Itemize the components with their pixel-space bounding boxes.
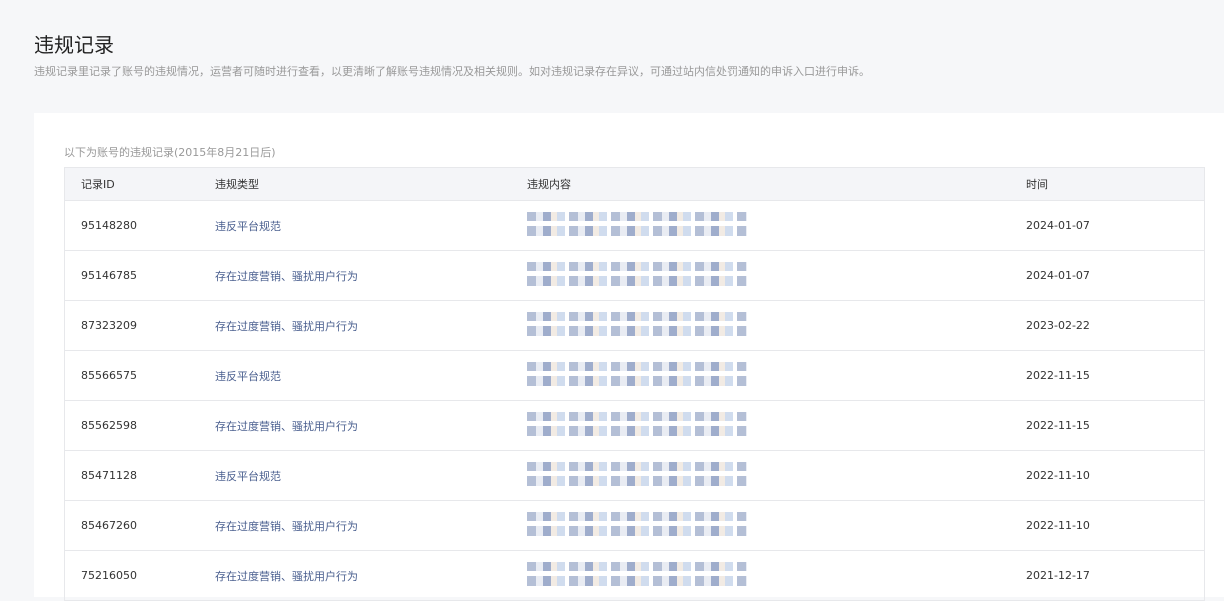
violation-content — [526, 200, 1025, 251]
table-row: 85471128 违反平台规范 2022-11-10 — [64, 450, 1205, 501]
record-id: 75216050 — [64, 550, 214, 601]
blurred-content-image — [527, 561, 747, 590]
table-caption: 以下为账号的违规记录(2015年8月21日后) — [64, 146, 276, 159]
violation-content — [526, 550, 1025, 601]
record-id: 95148280 — [64, 200, 214, 251]
record-id: 85562598 — [64, 400, 214, 451]
violation-content — [526, 350, 1025, 401]
record-id: 95146785 — [64, 250, 214, 301]
violation-table: 记录ID 违规类型 违规内容 时间 95148280 违反平台规范 2024-0… — [64, 167, 1205, 601]
blurred-content-image — [527, 511, 747, 540]
violation-type: 违反平台规范 — [214, 450, 526, 501]
violation-date: 2022-11-15 — [1025, 350, 1205, 401]
record-id: 87323209 — [64, 300, 214, 351]
page-description: 违规记录里记录了账号的违规情况，运营者可随时进行查看，以更清晰了解账号违规情况及… — [34, 65, 870, 78]
violation-date: 2021-12-17 — [1025, 550, 1205, 601]
blurred-content-image — [527, 211, 747, 240]
table-row: 95146785 存在过度营销、骚扰用户行为 2024-01-07 — [64, 250, 1205, 301]
record-id: 85471128 — [64, 450, 214, 501]
blurred-content-image — [527, 261, 747, 290]
record-id: 85566575 — [64, 350, 214, 401]
violation-date: 2024-01-07 — [1025, 200, 1205, 251]
violation-date: 2023-02-22 — [1025, 300, 1205, 351]
blurred-content-image — [527, 361, 747, 390]
blurred-content-image — [527, 411, 747, 440]
table-row: 87323209 存在过度营销、骚扰用户行为 2023-02-22 — [64, 300, 1205, 351]
violation-date: 2022-11-10 — [1025, 450, 1205, 501]
page-title: 违规记录 — [34, 33, 114, 58]
violation-content — [526, 400, 1025, 451]
violation-date: 2024-01-07 — [1025, 250, 1205, 301]
violation-type: 违反平台规范 — [214, 200, 526, 251]
violation-type: 违反平台规范 — [214, 350, 526, 401]
col-type: 违规类型 — [214, 167, 526, 201]
blurred-content-image — [527, 461, 747, 490]
violation-content — [526, 450, 1025, 501]
col-id: 记录ID — [64, 167, 214, 201]
violation-date: 2022-11-10 — [1025, 500, 1205, 551]
records-panel: 以下为账号的违规记录(2015年8月21日后) 记录ID 违规类型 违规内容 时… — [34, 113, 1224, 601]
table-row: 85566575 违反平台规范 2022-11-15 — [64, 350, 1205, 401]
violation-type: 存在过度营销、骚扰用户行为 — [214, 550, 526, 601]
blurred-content-image — [527, 311, 747, 340]
table-row: 75216050 存在过度营销、骚扰用户行为 2021-12-17 — [64, 550, 1205, 601]
table-row: 85562598 存在过度营销、骚扰用户行为 2022-11-15 — [64, 400, 1205, 451]
record-id: 85467260 — [64, 500, 214, 551]
violation-content — [526, 500, 1025, 551]
table-row: 85467260 存在过度营销、骚扰用户行为 2022-11-10 — [64, 500, 1205, 551]
violation-type: 存在过度营销、骚扰用户行为 — [214, 300, 526, 351]
violation-type: 存在过度营销、骚扰用户行为 — [214, 500, 526, 551]
table-row: 95148280 违反平台规范 2024-01-07 — [64, 200, 1205, 251]
violation-date: 2022-11-15 — [1025, 400, 1205, 451]
violation-content — [526, 300, 1025, 351]
violation-content — [526, 250, 1025, 301]
violation-type: 存在过度营销、骚扰用户行为 — [214, 250, 526, 301]
violation-type: 存在过度营销、骚扰用户行为 — [214, 400, 526, 451]
col-content: 违规内容 — [526, 167, 1025, 201]
col-date: 时间 — [1025, 167, 1205, 201]
